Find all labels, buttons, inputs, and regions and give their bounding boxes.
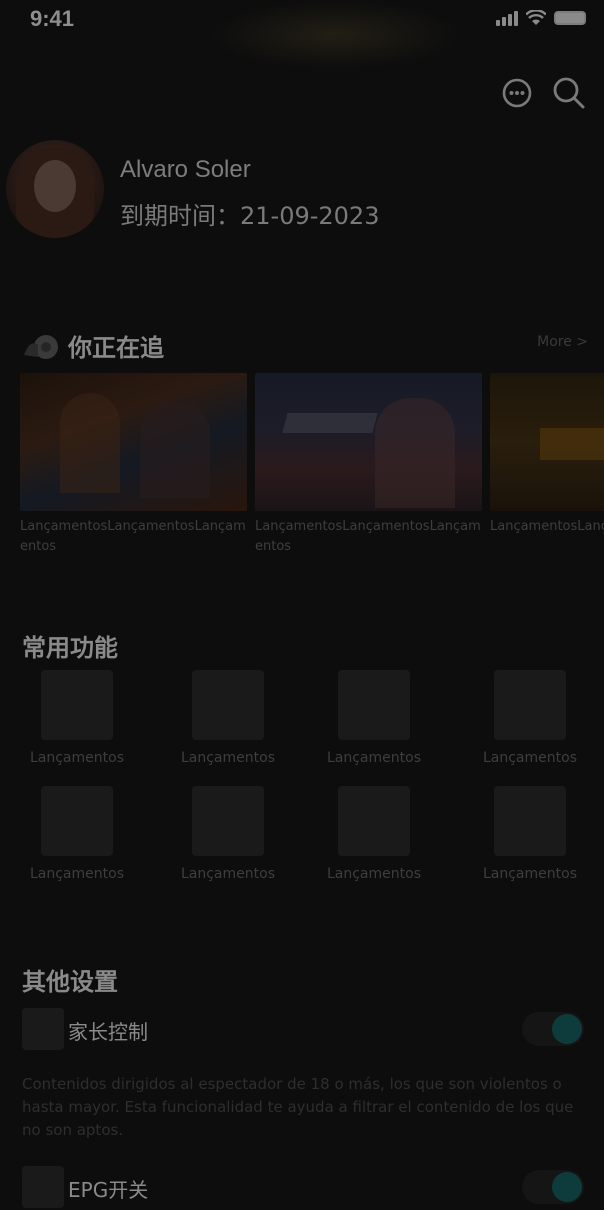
battery-icon [554, 11, 586, 25]
card-caption: LançamentosLançamentosLançamentos [255, 519, 481, 554]
feature-item[interactable]: Lançamentos [460, 670, 600, 766]
setting-title: 家长控制 [68, 1020, 148, 1044]
feature-label: Lançamentos [180, 750, 275, 766]
feature-item[interactable]: Lançamentos [7, 786, 147, 882]
poster-thumbnail [255, 373, 482, 511]
feature-icon [338, 670, 410, 740]
profile-header[interactable]: Alvaro Soler 到期时间：21-09-2023 [6, 140, 596, 240]
top-actions [500, 76, 586, 110]
setting-epg: EPG开关 [22, 1166, 584, 1210]
more-link[interactable]: More > [537, 334, 588, 350]
watching-card[interactable]: LançamentosLançamentosLançamentos [20, 373, 247, 557]
chat-bubble-icon[interactable] [500, 76, 534, 110]
feature-label: Lançamentos [326, 750, 421, 766]
feature-item[interactable]: Lançamentos [7, 670, 147, 766]
signal-icon [496, 10, 518, 26]
wifi-icon [526, 10, 546, 25]
feature-label: Lançamentos [482, 750, 577, 766]
parental-control-description: Contenidos dirigidos al espectador de 18… [22, 1075, 574, 1139]
snail-icon [24, 334, 58, 359]
expire-date: 到期时间：21-09-2023 [120, 202, 380, 230]
card-caption: LançamentosLançamentosLançamentos [20, 519, 246, 554]
watching-title: 你正在追 [68, 334, 164, 362]
card-caption: LançamentosLançamentos [490, 519, 604, 534]
parental-control-icon [22, 1008, 64, 1050]
feature-icon [494, 786, 566, 856]
feature-icon [41, 786, 113, 856]
poster-thumbnail [490, 373, 604, 511]
feature-item[interactable]: Lançamentos [304, 786, 444, 882]
poster-thumbnail [20, 373, 247, 511]
feature-item[interactable]: Lançamentos [304, 670, 444, 766]
settings-title: 其他设置 [22, 968, 118, 996]
feature-icon [192, 670, 264, 740]
watching-section-title: 你正在追 [22, 328, 164, 363]
watching-card[interactable]: LançamentosLançamentosLançamentos [255, 373, 482, 557]
feature-label: Lançamentos [180, 866, 275, 882]
feature-label: Lançamentos [29, 866, 124, 882]
avatar[interactable] [6, 140, 104, 238]
profile-name: Alvaro Soler [120, 156, 251, 183]
feature-item[interactable]: Lançamentos [460, 786, 600, 882]
status-bar: 9:41 [0, 0, 604, 40]
watching-list: LançamentosLançamentosLançamentos Lançam… [20, 373, 604, 563]
watching-card[interactable]: LançamentosLançamentos [490, 373, 604, 557]
feature-icon [41, 670, 113, 740]
feature-icon [192, 786, 264, 856]
feature-item[interactable]: Lançamentos [158, 786, 298, 882]
feature-label: Lançamentos [482, 866, 577, 882]
parental-control-toggle[interactable] [522, 1012, 584, 1046]
feature-label: Lançamentos [326, 866, 421, 882]
feature-label: Lançamentos [29, 750, 124, 766]
epg-toggle[interactable] [522, 1170, 584, 1204]
features-title: 常用功能 [22, 634, 118, 662]
status-time: 9:41 [30, 6, 75, 31]
setting-title: EPG开关 [68, 1178, 149, 1202]
feature-icon [494, 670, 566, 740]
search-icon[interactable] [552, 76, 586, 110]
feature-item[interactable]: Lançamentos [158, 670, 298, 766]
status-icons [496, 10, 586, 26]
setting-parental-control: 家长控制 [22, 1008, 584, 1052]
feature-icon [338, 786, 410, 856]
